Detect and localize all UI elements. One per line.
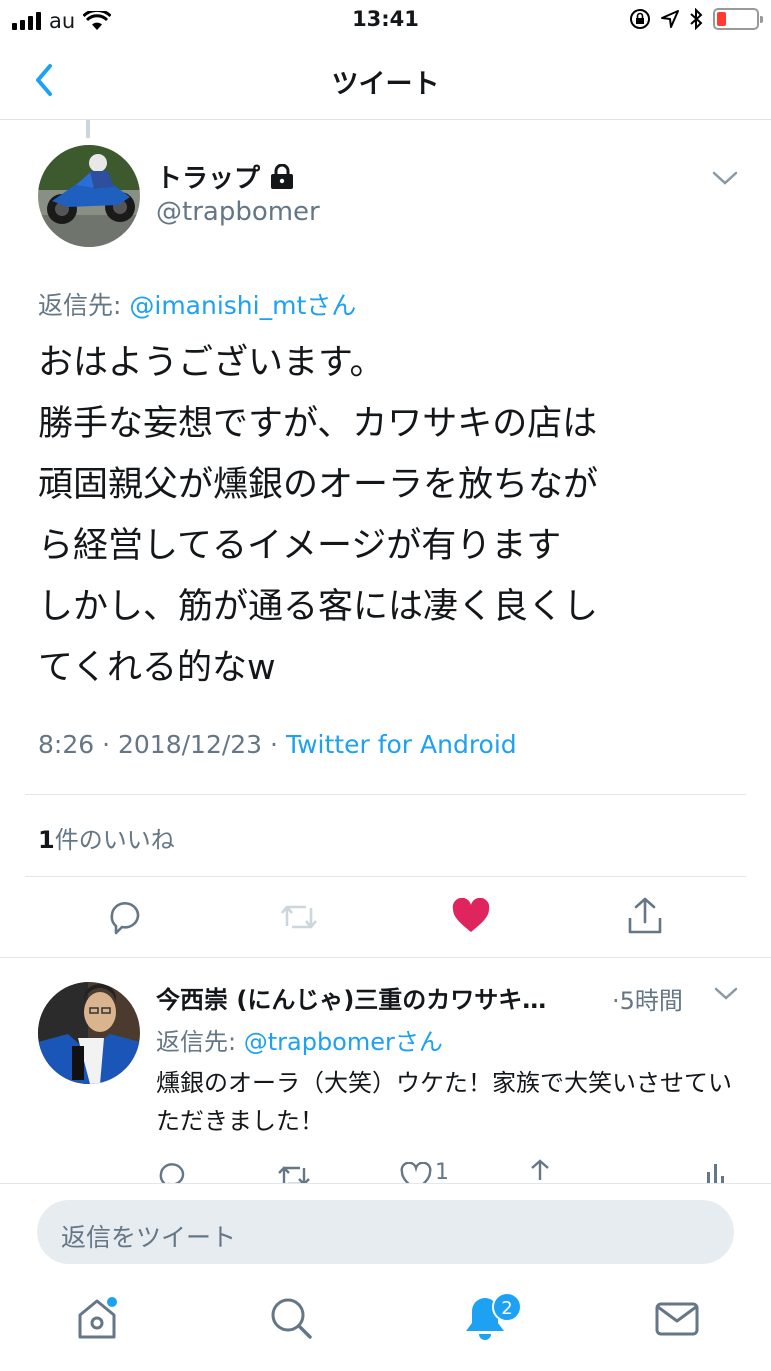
new-content-dot bbox=[107, 1297, 117, 1307]
nav-bar: ツイート bbox=[0, 40, 771, 120]
likes-number: 1 bbox=[38, 826, 55, 854]
location-icon bbox=[661, 10, 679, 28]
avatar[interactable] bbox=[38, 145, 140, 247]
battery-icon bbox=[713, 8, 763, 30]
reply-icon[interactable] bbox=[106, 898, 144, 936]
bluetooth-icon bbox=[690, 8, 703, 30]
tab-bar bbox=[0, 1273, 771, 1371]
reply-time: ·5時間 bbox=[612, 987, 683, 1015]
divider bbox=[25, 794, 746, 795]
lock-icon bbox=[271, 163, 294, 189]
reply-icon[interactable] bbox=[156, 1160, 188, 1183]
reply-display-name[interactable]: 今西崇 (にんじゃ)三重のカワサキ… bbox=[156, 980, 546, 1015]
reply-like-count: 1 bbox=[435, 1160, 449, 1183]
notifications-badge: 2 bbox=[492, 1292, 522, 1322]
avatar[interactable] bbox=[38, 982, 140, 1084]
reply-action-bar: 1 bbox=[0, 1150, 771, 1183]
mail-icon[interactable] bbox=[652, 1293, 702, 1343]
reply-input[interactable]: 返信をツイート bbox=[37, 1200, 734, 1264]
display-name[interactable]: トラップ bbox=[156, 158, 294, 195]
reply-to-line: 返信先: @trapbomerさん bbox=[156, 1022, 443, 1057]
thread-connector bbox=[86, 120, 90, 138]
share-icon[interactable] bbox=[626, 896, 664, 936]
search-icon[interactable] bbox=[266, 1293, 316, 1343]
retweet-icon[interactable] bbox=[276, 1162, 312, 1183]
reply-to-prefix: 返信先: bbox=[38, 291, 130, 320]
reply-composer-bar: 返信をツイート bbox=[0, 1183, 771, 1273]
tweet-meta: 8:26 · 2018/12/23 · Twitter for Android bbox=[38, 730, 517, 759]
display-name-label: トラップ bbox=[156, 164, 261, 194]
handle[interactable]: @trapbomer bbox=[156, 197, 320, 227]
chevron-down-icon[interactable] bbox=[712, 170, 738, 186]
section-separator bbox=[0, 957, 771, 958]
chevron-down-icon[interactable] bbox=[714, 986, 738, 1001]
page-title: ツイート bbox=[331, 69, 440, 100]
tweet-text: おはようございます。 勝手な妄想ですが、カワサキの店は 頑固親父が燻銀のオーラを… bbox=[38, 343, 599, 688]
reply-to-line: 返信先: @imanishi_mtさん bbox=[38, 286, 356, 322]
analytics-icon[interactable] bbox=[704, 1162, 728, 1183]
tweet-time: 8:26 bbox=[38, 730, 95, 759]
share-icon[interactable] bbox=[524, 1158, 556, 1183]
like-icon[interactable] bbox=[400, 1162, 432, 1183]
status-bar: au 13:41 bbox=[0, 0, 771, 40]
tweet-source[interactable]: Twitter for Android bbox=[286, 730, 517, 759]
reply-to-mention[interactable]: @imanishi_mtさん bbox=[129, 291, 356, 320]
likes-label: 件のいいね bbox=[54, 826, 175, 854]
reply-to-mention[interactable]: @trapbomerさん bbox=[244, 1028, 443, 1056]
reply-text: 燻銀のオーラ（大笑）ウケた！家族で大笑いさせていただきました！ bbox=[156, 1069, 732, 1135]
divider bbox=[25, 876, 746, 877]
orientation-lock-icon bbox=[630, 9, 650, 29]
reply-to-prefix: 返信先: bbox=[156, 1028, 244, 1056]
separator-dot: · bbox=[270, 730, 286, 759]
likes-count[interactable]: 1件のいいね bbox=[38, 820, 175, 855]
separator-dot: · bbox=[102, 730, 118, 759]
tweet-date: 2018/12/23 bbox=[118, 730, 263, 759]
like-filled-icon[interactable] bbox=[452, 898, 490, 934]
retweet-icon bbox=[281, 905, 317, 929]
